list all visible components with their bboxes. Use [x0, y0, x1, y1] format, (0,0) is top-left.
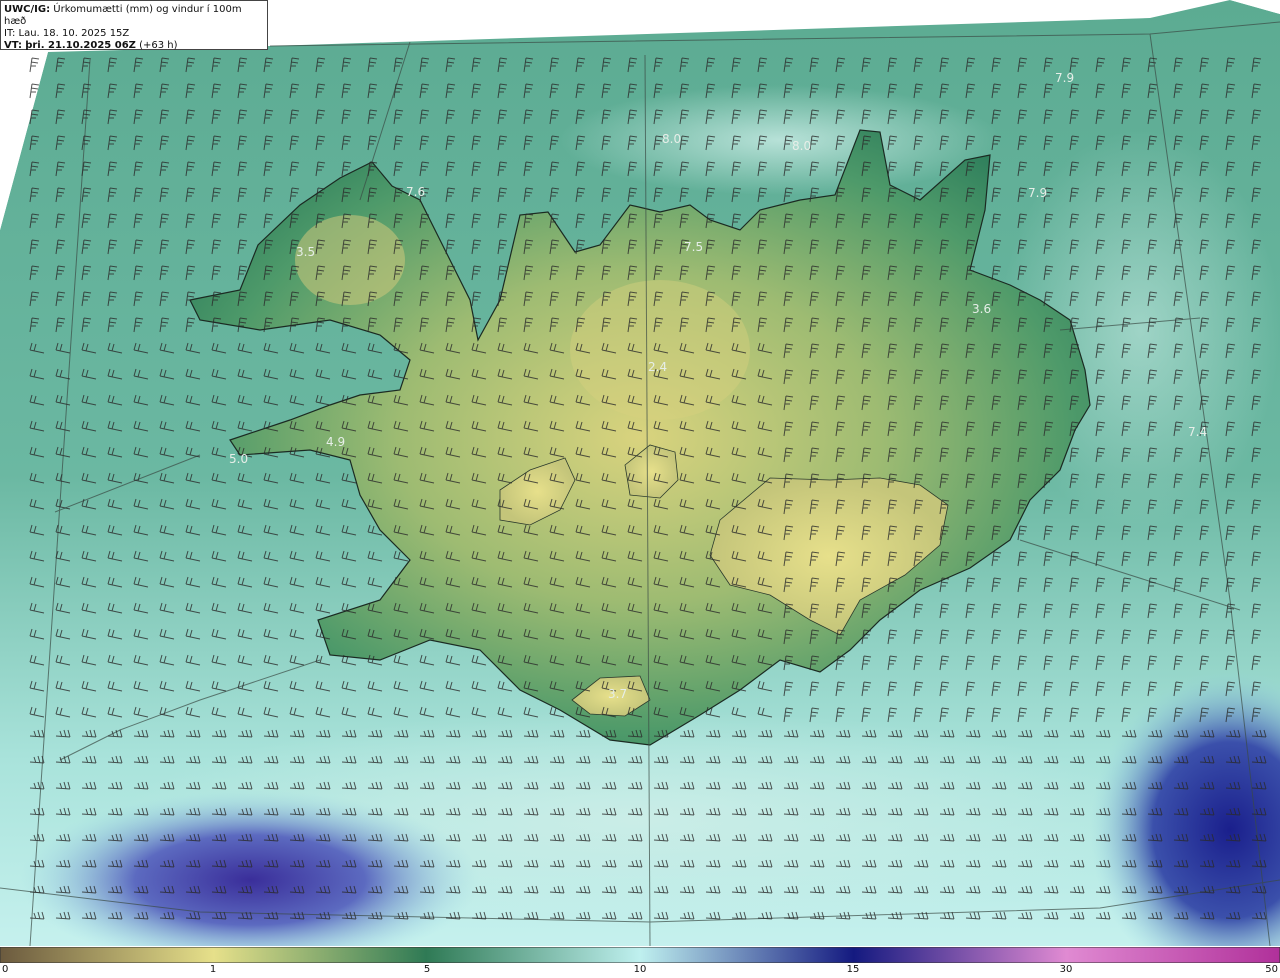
map-label: 7.6 [406, 185, 425, 199]
map-label: 3.5 [296, 245, 315, 259]
map-label: 7.5 [684, 240, 703, 254]
map-label: 5.0 [229, 452, 248, 466]
map-label: 2.4 [648, 360, 667, 374]
title-row: UWC/IG: Úrkomumætti (mm) og vindur í 100… [4, 4, 264, 28]
forecast-offset: (+63 h) [139, 40, 178, 51]
map-label: 7.9 [1055, 71, 1074, 85]
product-label: UWC/IG: [4, 4, 51, 15]
map-header: UWC/IG: Úrkomumætti (mm) og vindur í 100… [0, 0, 268, 52]
valid-time-prefix: VT: [4, 40, 23, 51]
colorbar-tick: 50 [1265, 964, 1278, 975]
map-label: 8.0 [792, 139, 811, 153]
map-label: 8.0 [662, 132, 681, 146]
valid-time-row: VT: þri. 21.10.2025 06Z (+63 h) [4, 40, 264, 52]
colorbar-tick: 5 [423, 964, 431, 975]
colorbar-tick: 15 [846, 964, 860, 975]
map-label: 7.9 [1028, 186, 1047, 200]
colorbar-tick: 10 [633, 964, 647, 975]
valid-time: þri. 21.10.2025 06Z [25, 40, 136, 51]
precipitation-map: 7.9 8.0 8.0 7.6 7.9 3.5 7.5 3.6 2.4 4.9 … [0, 0, 1280, 946]
colorbar [0, 947, 1280, 963]
map-label: 3.7 [608, 687, 627, 701]
colorbar-tick: 30 [1059, 964, 1073, 975]
initial-time: IT: Lau. 18. 10. 2025 15Z [4, 28, 130, 39]
map-label: 4.9 [326, 435, 345, 449]
map-label: 7.4 [1188, 425, 1207, 439]
colorbar-tick: 1 [209, 964, 217, 975]
colorbar-tick: 0 [2, 964, 9, 975]
map-label: 3.6 [972, 302, 991, 316]
colorbar-ticks: 0 1 5 10 15 30 50 [0, 963, 1280, 978]
